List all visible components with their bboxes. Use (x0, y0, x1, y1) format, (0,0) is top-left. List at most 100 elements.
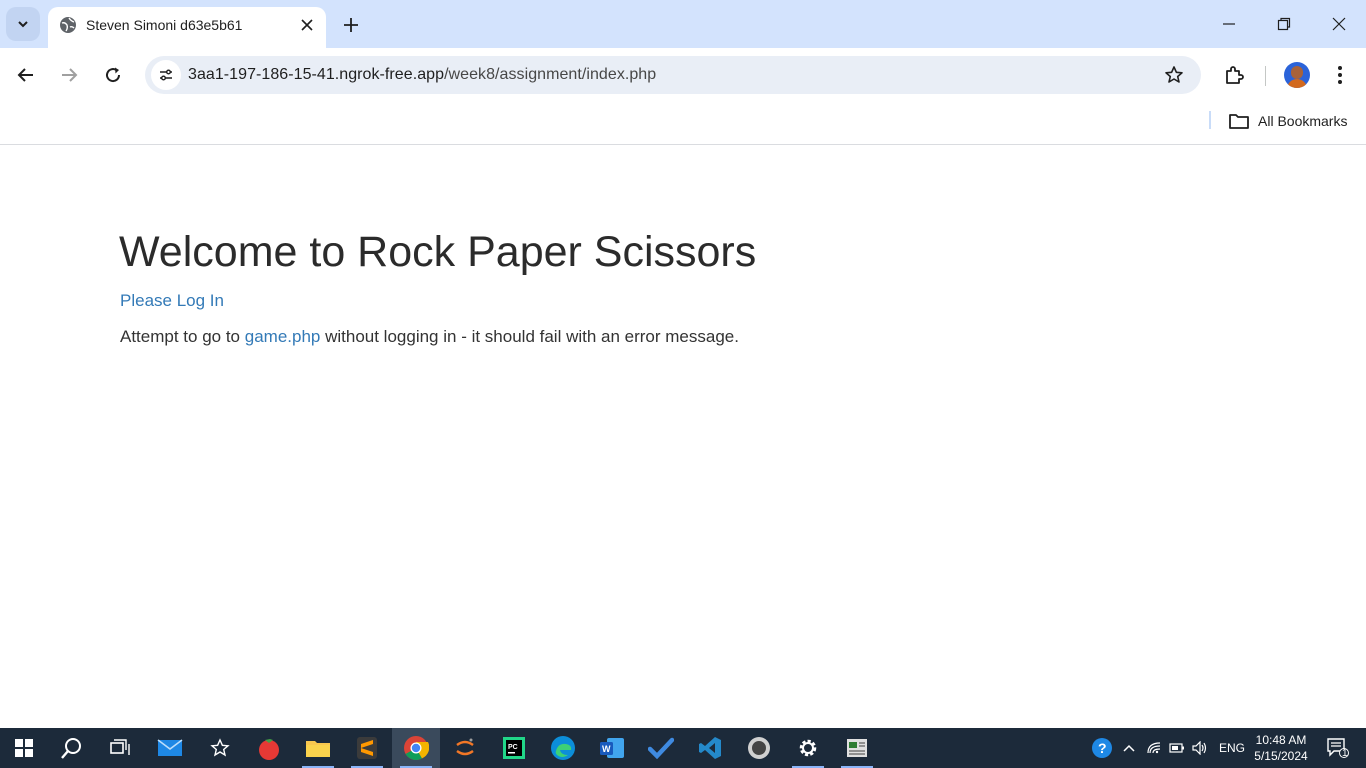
browser-toolbar: 3aa1-197-186-15-41.ngrok-free.app/week8/… (0, 48, 1366, 102)
show-hidden-icons-button[interactable] (1118, 728, 1140, 768)
extensions-button[interactable] (1218, 59, 1250, 91)
new-tab-button[interactable] (338, 12, 364, 38)
sublime-text-app[interactable] (343, 728, 391, 768)
wifi-icon (1147, 742, 1161, 754)
folder-icon (306, 741, 330, 757)
chrome-app[interactable] (392, 728, 440, 768)
folder-icon (1229, 114, 1249, 129)
help-tray-button[interactable]: ? (1090, 728, 1114, 768)
close-window-button[interactable] (1325, 10, 1353, 38)
bookmark-star-button[interactable] (1163, 64, 1185, 86)
task-view-button[interactable] (96, 728, 144, 768)
avatar-body (1287, 79, 1307, 88)
pycharm-icon: PC (503, 737, 525, 759)
plus-icon (344, 18, 358, 32)
address-bar[interactable]: 3aa1-197-186-15-41.ngrok-free.app/week8/… (145, 56, 1201, 94)
network-tray-button[interactable] (1143, 728, 1165, 768)
login-link[interactable]: Please Log In (120, 291, 224, 311)
more-vert-icon (1338, 66, 1342, 84)
tomato-icon (259, 739, 279, 760)
svg-text:W: W (602, 744, 611, 754)
star-icon (1165, 66, 1183, 83)
language-indicator[interactable]: ENG (1219, 741, 1245, 755)
jupyter-app[interactable] (441, 728, 489, 768)
word-app[interactable]: W (588, 728, 636, 768)
back-button[interactable] (10, 59, 42, 91)
news-icon (847, 739, 867, 757)
attempt-suffix: without logging in - it should fail with… (320, 327, 739, 346)
taskbar-search-button[interactable] (48, 728, 96, 768)
tab-close-button[interactable] (298, 16, 316, 34)
task-view-icon (110, 739, 130, 755)
close-icon (301, 19, 313, 31)
attempt-text: Attempt to go to game.php without loggin… (120, 327, 739, 347)
tomato-timer-app[interactable] (245, 728, 293, 768)
word-icon: W (600, 738, 624, 758)
news-app[interactable] (833, 728, 881, 768)
vscode-app[interactable] (686, 728, 734, 768)
pycharm-app[interactable]: PC (490, 728, 538, 768)
github-desktop-icon (748, 737, 770, 759)
search-icon (61, 738, 81, 759)
notification-count: 1 (1342, 748, 1348, 759)
edge-app[interactable] (539, 728, 587, 768)
starred-app[interactable] (196, 728, 244, 768)
star-outline-icon (210, 738, 230, 757)
battery-icon (1169, 743, 1184, 753)
clock-time: 10:48 AM (1255, 733, 1307, 747)
github-desktop-app[interactable] (735, 728, 783, 768)
restore-icon (1277, 17, 1291, 31)
notifications-button[interactable]: 1 (1318, 728, 1358, 768)
volume-tray-button[interactable] (1189, 728, 1211, 768)
vscode-icon (699, 737, 721, 759)
jupyter-icon (456, 738, 474, 756)
edge-icon (551, 736, 575, 760)
puzzle-icon (1226, 66, 1244, 84)
profile-avatar[interactable] (1284, 62, 1310, 88)
clock[interactable]: 10:48 AM 5/15/2024 (1246, 732, 1316, 764)
volume-icon (1192, 741, 1207, 755)
restore-button[interactable] (1270, 10, 1298, 38)
tab-strip: Steven Simoni d63e5b61 (0, 0, 1366, 48)
toolbar-divider (1265, 66, 1266, 86)
file-explorer-app[interactable] (294, 728, 342, 768)
windows-logo-icon (15, 739, 33, 757)
chevron-up-icon (1123, 744, 1135, 752)
all-bookmarks-button[interactable]: All Bookmarks (1228, 109, 1347, 133)
avatar-head (1291, 66, 1303, 79)
chevron-down-icon (18, 21, 28, 28)
game-link[interactable]: game.php (245, 327, 321, 346)
svg-text:?: ? (1098, 740, 1107, 756)
windows-taskbar: PC W ? ENG 10:48 AM 5/15/2024 1 (0, 728, 1366, 768)
globe-icon (60, 17, 76, 33)
minimize-icon (1223, 23, 1235, 25)
mail-icon (157, 739, 183, 756)
battery-tray-button[interactable] (1166, 728, 1188, 768)
reload-icon (106, 67, 121, 83)
checkmark-icon (648, 737, 674, 759)
tune-icon (160, 69, 172, 81)
url-host: 3aa1-197-186-15-41.ngrok-free.app (188, 66, 445, 83)
page-title: Welcome to Rock Paper Scissors (119, 228, 757, 276)
tab-search-button[interactable] (6, 7, 40, 41)
forward-button[interactable] (53, 59, 85, 91)
active-tab[interactable]: Steven Simoni d63e5b61 (48, 7, 326, 48)
clock-date: 5/15/2024 (1254, 749, 1308, 763)
attempt-prefix: Attempt to go to (120, 327, 245, 346)
all-bookmarks-label: All Bookmarks (1258, 113, 1348, 129)
bookmarks-bar: All Bookmarks (0, 102, 1366, 145)
site-info-button[interactable] (151, 60, 181, 90)
start-button[interactable] (0, 728, 48, 768)
url-path: /week8/assignment/index.php (444, 66, 657, 83)
sublime-text-icon (357, 737, 377, 759)
settings-app[interactable] (784, 728, 832, 768)
chrome-menu-button[interactable] (1326, 59, 1354, 91)
arrow-left-icon (17, 68, 33, 82)
url-text[interactable]: 3aa1-197-186-15-41.ngrok-free.app/week8/… (188, 66, 656, 84)
page-content: Welcome to Rock Paper Scissors Please Lo… (0, 146, 1366, 728)
chrome-icon (404, 736, 429, 761)
reload-button[interactable] (97, 59, 129, 91)
minimize-button[interactable] (1215, 10, 1243, 38)
mail-app[interactable] (146, 728, 194, 768)
todo-app[interactable] (637, 728, 685, 768)
